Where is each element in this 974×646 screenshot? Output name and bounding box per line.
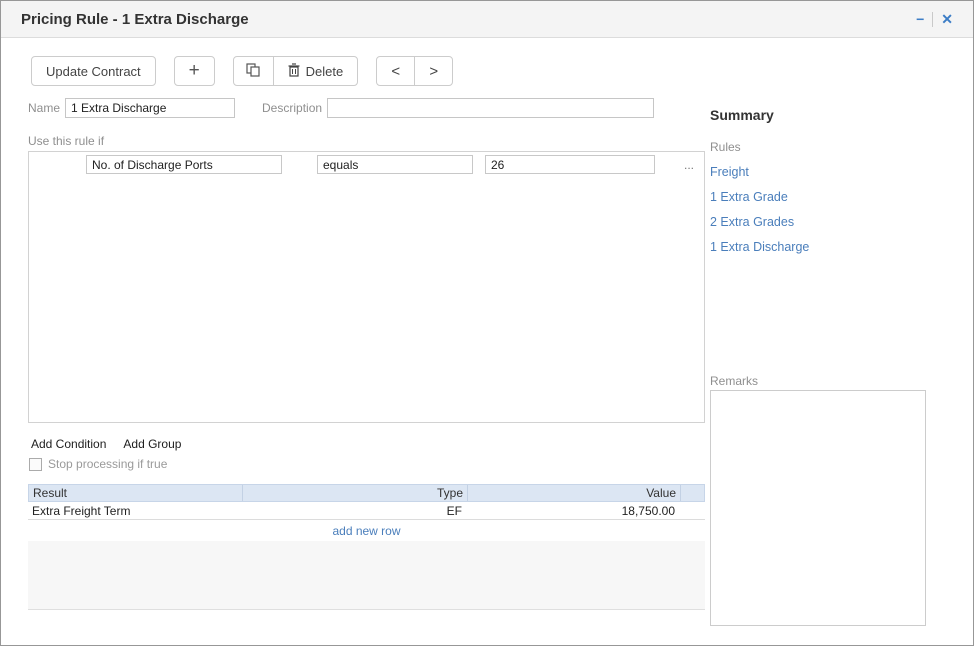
remarks-textarea[interactable] (710, 390, 926, 626)
toolbar: Update Contract + (31, 56, 973, 86)
value-cell: 18,750.00 (466, 504, 679, 518)
add-new-row-link[interactable]: add new row (28, 520, 705, 541)
conditions-panel: No. of Discharge Ports equals 26 ... (28, 151, 705, 423)
rule-link-2-extra-grades[interactable]: 2 Extra Grades (710, 215, 926, 229)
table-row[interactable]: Extra Freight Term EF 18,750.00 (28, 502, 705, 520)
condition-value-input[interactable]: 26 (485, 155, 655, 174)
dialog-title: Pricing Rule - 1 Extra Discharge (21, 11, 249, 28)
type-cell: EF (241, 504, 466, 518)
add-rule-button[interactable]: + (174, 56, 215, 86)
value-column-header: Value (467, 485, 680, 501)
type-column-header: Type (242, 485, 467, 501)
condition-actions: Add Condition Add Group (31, 437, 705, 451)
next-record-button[interactable]: > (414, 56, 453, 86)
rule-link-1-extra-discharge[interactable]: 1 Extra Discharge (710, 240, 926, 254)
description-label: Description (262, 101, 322, 115)
previous-record-button[interactable]: < (376, 56, 415, 86)
pricing-rule-dialog: Pricing Rule - 1 Extra Discharge − ✕ Upd… (0, 0, 974, 646)
name-label: Name (28, 101, 60, 115)
results-grid-header: Result Type Value (28, 484, 705, 502)
condition-operator-select[interactable]: equals (317, 155, 473, 174)
update-contract-button[interactable]: Update Contract (31, 56, 156, 86)
minimize-icon[interactable]: − (908, 12, 932, 26)
remarks-label: Remarks (710, 374, 926, 388)
copy-button[interactable] (233, 56, 274, 86)
condition-more-button[interactable]: ... (680, 158, 698, 172)
copy-delete-button-group: Delete (233, 56, 359, 86)
rule-link-freight[interactable]: Freight (710, 165, 926, 179)
results-grid: Result Type Value Extra Freight Term EF … (28, 484, 705, 610)
condition-field-select[interactable]: No. of Discharge Ports (86, 155, 282, 174)
delete-button[interactable]: Delete (273, 56, 359, 86)
trash-icon (288, 63, 300, 80)
use-this-rule-if-label: Use this rule if (28, 134, 705, 148)
summary-heading: Summary (710, 107, 926, 123)
close-icon[interactable]: ✕ (933, 12, 961, 26)
result-column-header: Result (29, 486, 242, 500)
name-description-row: Name Description (28, 98, 705, 118)
record-nav-group: < > (376, 56, 453, 86)
name-input[interactable] (65, 98, 235, 118)
stop-processing-checkbox[interactable] (29, 458, 42, 471)
description-input[interactable] (327, 98, 654, 118)
grid-empty-area (28, 541, 705, 609)
rule-link-1-extra-grade[interactable]: 1 Extra Grade (710, 190, 926, 204)
condition-row: No. of Discharge Ports equals 26 ... (86, 155, 698, 174)
add-condition-link[interactable]: Add Condition (31, 437, 106, 451)
stop-processing-label: Stop processing if true (48, 457, 167, 471)
copy-icon (246, 63, 260, 80)
main-content: Name Description Use this rule if No. of… (1, 98, 973, 631)
filler-column-header (680, 485, 704, 501)
delete-button-label: Delete (306, 64, 344, 79)
rules-label: Rules (710, 140, 926, 154)
window-controls: − ✕ (908, 12, 961, 27)
stop-processing-row: Stop processing if true (29, 457, 705, 471)
title-bar: Pricing Rule - 1 Extra Discharge − ✕ (1, 1, 973, 38)
result-cell: Extra Freight Term (28, 504, 241, 518)
summary-panel: Summary Rules Freight 1 Extra Grade 2 Ex… (710, 98, 926, 631)
rule-editor-column: Name Description Use this rule if No. of… (28, 98, 705, 631)
add-group-link[interactable]: Add Group (123, 437, 181, 451)
